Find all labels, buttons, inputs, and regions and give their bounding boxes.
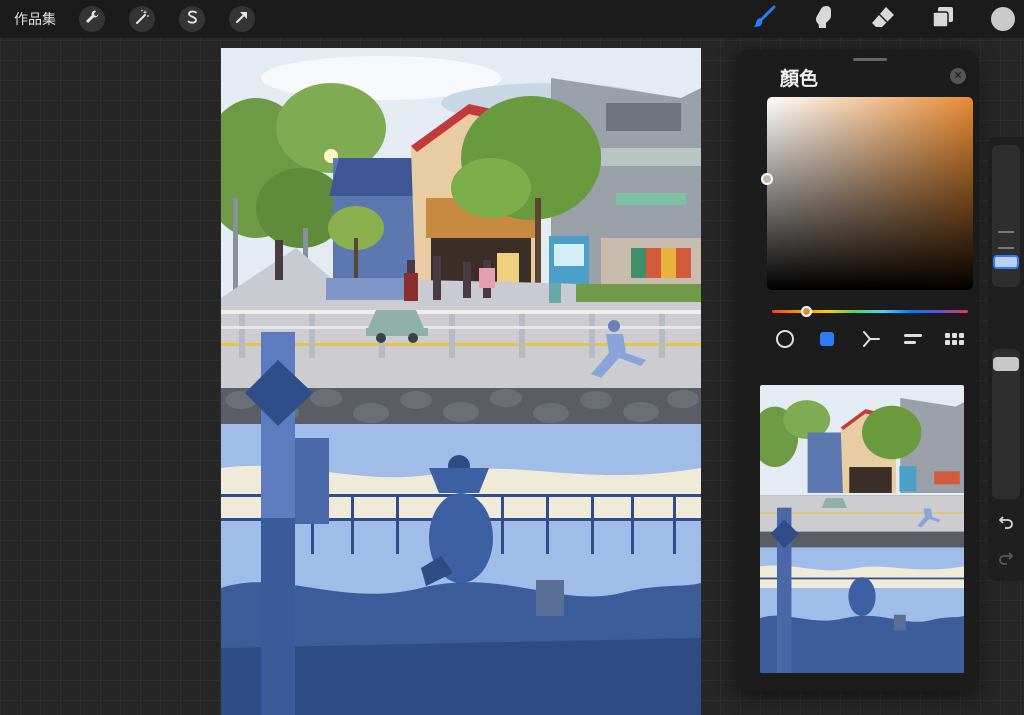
layers-icon (930, 4, 956, 34)
mode-value-button[interactable] (902, 330, 924, 352)
redo-button[interactable] (996, 549, 1016, 569)
eraser-icon (870, 4, 896, 34)
smudge-tool-button[interactable] (809, 5, 837, 33)
sliders-icon (902, 329, 924, 353)
gallery-button[interactable]: 作品集 (14, 9, 56, 29)
hue-slider-knob[interactable] (801, 306, 812, 317)
hue-slider[interactable] (772, 306, 968, 317)
redo-icon (998, 549, 1014, 569)
color-panel-title: 顏色 (780, 68, 819, 90)
mode-disc-button[interactable] (774, 330, 796, 352)
brush-icon (751, 4, 777, 34)
undo-button[interactable] (996, 513, 1016, 533)
color-picker-handle[interactable] (761, 173, 773, 185)
brush-size-tick (998, 231, 1014, 233)
selection-s-icon (184, 9, 200, 29)
brush-size-tick (998, 247, 1014, 249)
harmony-icon (861, 329, 881, 353)
grid-icon (944, 329, 966, 353)
color-swatch-button[interactable] (991, 7, 1015, 31)
mode-harmony-button[interactable] (860, 330, 882, 352)
layers-tool-button[interactable] (929, 5, 957, 33)
opacity-handle[interactable] (993, 357, 1019, 371)
opacity-slider[interactable] (992, 349, 1020, 499)
mode-palettes-button[interactable] (944, 330, 966, 352)
adjustments-button[interactable] (129, 6, 155, 32)
smudge-finger-icon (810, 4, 836, 34)
selection-button[interactable] (179, 6, 205, 32)
brush-tool-button[interactable] (750, 5, 778, 33)
reference-image (760, 385, 964, 673)
undo-icon (998, 513, 1014, 533)
magic-wand-icon (134, 9, 150, 29)
color-saturation-picker[interactable] (761, 97, 973, 290)
mode-classic-button[interactable] (816, 330, 838, 352)
street-scene-illustration (221, 48, 701, 715)
artwork-canvas[interactable] (221, 48, 701, 715)
top-toolbar: 作品集 (0, 0, 1024, 38)
eraser-tool-button[interactable] (869, 5, 897, 33)
right-sidebar (988, 137, 1024, 581)
panel-grab-handle[interactable] (853, 58, 887, 61)
actions-button[interactable] (79, 6, 105, 32)
arrow-cursor-icon (234, 9, 250, 29)
close-icon[interactable]: ✕ (950, 68, 966, 84)
transform-button[interactable] (229, 6, 255, 32)
circle-icon (775, 329, 795, 353)
reference-thumbnail[interactable] (760, 385, 964, 673)
wrench-icon (84, 9, 100, 29)
color-panel: 顏色 ✕ (736, 50, 978, 692)
square-icon (818, 330, 836, 352)
brush-size-handle[interactable] (993, 255, 1019, 269)
